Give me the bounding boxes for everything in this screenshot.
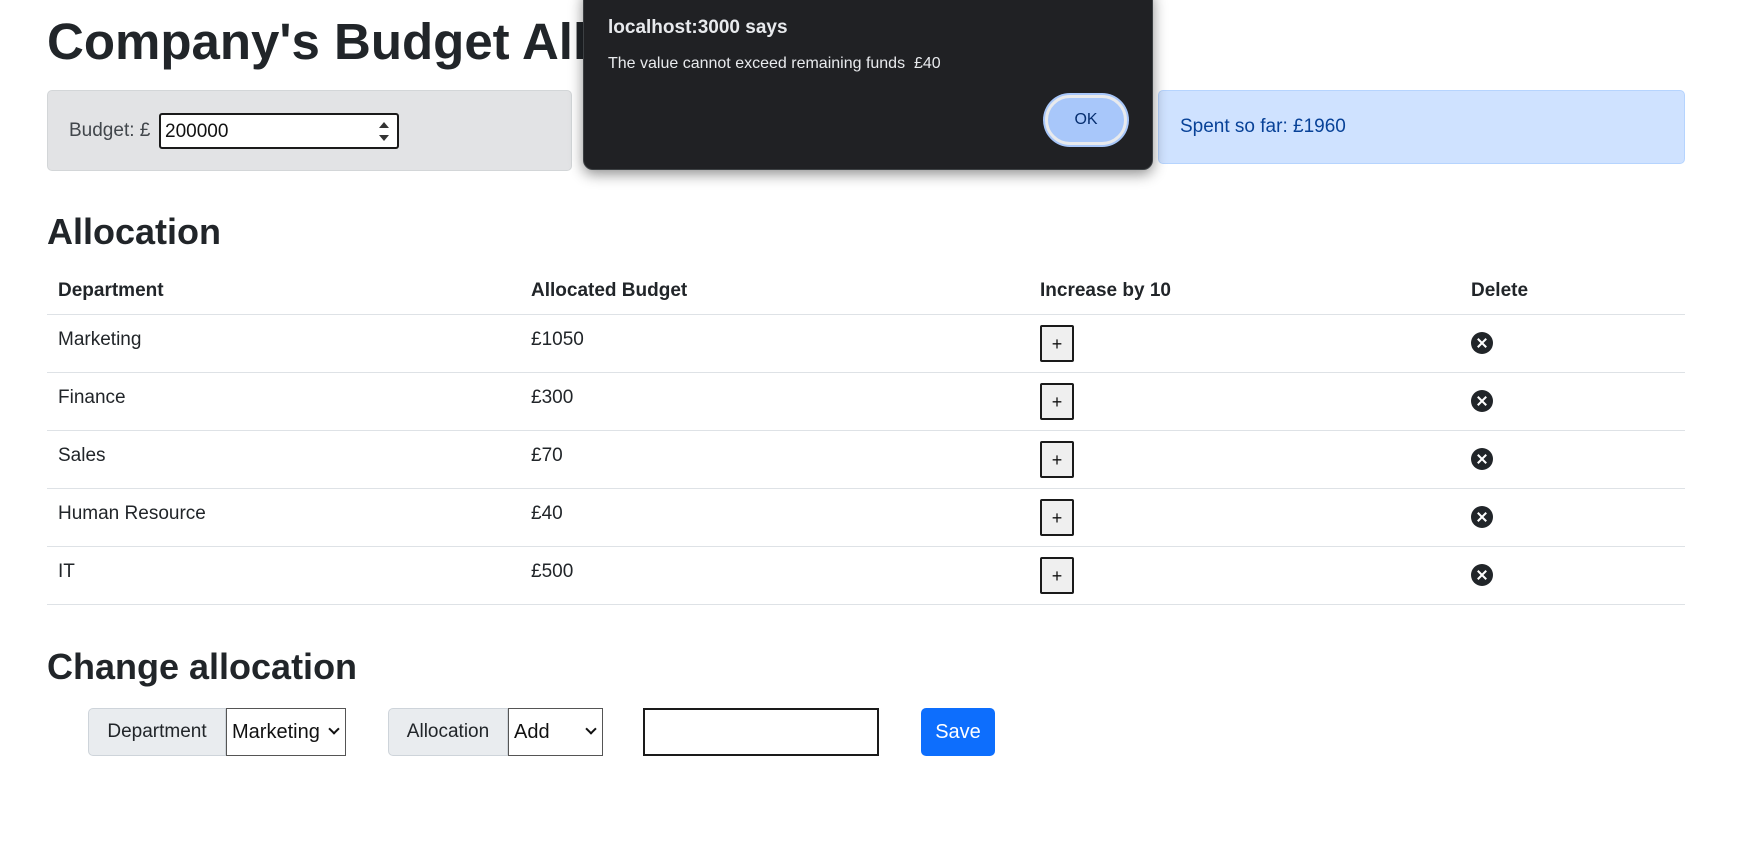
allocation-type-select[interactable]: Add — [508, 708, 603, 756]
department-select-value: Marketing — [232, 721, 320, 743]
table-row: Finance £300 + — [47, 373, 1685, 431]
table-header: Department Allocated Budget Increase by … — [47, 268, 1685, 315]
increase-button[interactable]: + — [1040, 557, 1074, 594]
budget-label: Budget: £ — [69, 120, 151, 141]
allocation-table: Department Allocated Budget Increase by … — [47, 268, 1685, 605]
dialog-message: The value cannot exceed remaining funds … — [608, 55, 941, 72]
budget-cell: £500 — [531, 561, 574, 582]
spin-down-icon[interactable] — [379, 135, 389, 141]
budget-spinner[interactable] — [374, 115, 396, 147]
spent-so-far-card: Spent so far: £1960 — [1158, 90, 1685, 164]
budget-card: Budget: £ 200000 — [47, 90, 572, 171]
budget-cell: £40 — [531, 503, 563, 524]
delete-icon[interactable] — [1471, 506, 1493, 528]
page-title: Company's Budget Allo — [47, 13, 619, 70]
column-header: Department — [58, 280, 164, 301]
department-select[interactable]: Marketing — [226, 708, 346, 756]
table-row: IT £500 + — [47, 547, 1685, 605]
department-cell: Marketing — [58, 329, 142, 350]
increase-button[interactable]: + — [1040, 325, 1074, 362]
allocation-title: Allocation — [47, 211, 222, 252]
delete-icon[interactable] — [1471, 448, 1493, 470]
change-allocation-title: Change allocation — [47, 646, 358, 687]
alert-dialog: localhost:3000 says The value cannot exc… — [583, 0, 1153, 170]
delete-icon[interactable] — [1471, 390, 1493, 412]
department-cell: IT — [58, 561, 75, 582]
chevron-down-icon — [328, 723, 340, 735]
department-cell: Sales — [58, 445, 106, 466]
budget-input[interactable]: 200000 — [159, 113, 399, 149]
budget-cell: £1050 — [531, 329, 584, 350]
table-row: Human Resource £40 + — [47, 489, 1685, 547]
allocation-label: Allocation — [388, 708, 508, 756]
increase-button[interactable]: + — [1040, 441, 1074, 478]
ok-button[interactable]: OK — [1045, 95, 1127, 145]
department-label: Department — [88, 708, 226, 756]
increase-button[interactable]: + — [1040, 499, 1074, 536]
spent-so-far-text: Spent so far: £1960 — [1180, 116, 1346, 137]
column-header: Increase by 10 — [1040, 280, 1171, 301]
department-cell: Finance — [58, 387, 126, 408]
dialog-title: localhost:3000 says — [608, 17, 788, 38]
column-header: Delete — [1471, 280, 1529, 301]
budget-cell: £70 — [531, 445, 563, 466]
amount-input[interactable] — [643, 708, 879, 756]
delete-icon[interactable] — [1471, 564, 1493, 586]
increase-button[interactable]: + — [1040, 383, 1074, 420]
allocation-type-value: Add — [514, 721, 550, 743]
save-button[interactable]: Save — [921, 708, 995, 756]
table-row: Marketing £1050 + — [47, 315, 1685, 373]
delete-icon[interactable] — [1471, 332, 1493, 354]
column-header: Allocated Budget — [531, 280, 688, 301]
chevron-down-icon — [585, 723, 597, 735]
department-cell: Human Resource — [58, 503, 206, 524]
table-row: Sales £70 + — [47, 431, 1685, 489]
spin-up-icon[interactable] — [379, 122, 389, 128]
budget-cell: £300 — [531, 387, 574, 408]
